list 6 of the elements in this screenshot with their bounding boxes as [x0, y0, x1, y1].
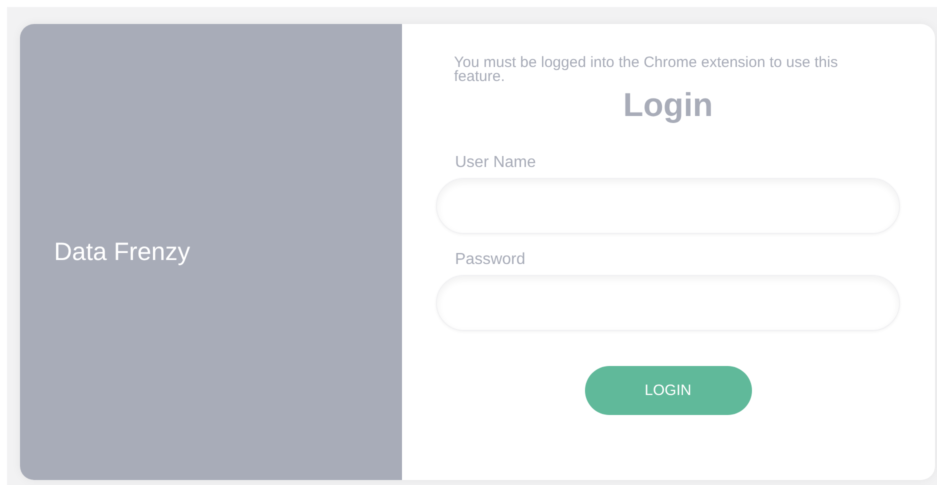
login-title: Login — [622, 86, 714, 124]
login-notice: You must be logged into the Chrome extension to use this feature. — [454, 56, 839, 84]
field-label: User Name — [455, 154, 537, 172]
brand-name: Data Frenzy — [54, 238, 190, 266]
field-label: Password — [455, 251, 526, 269]
login-button[interactable]: LOGIN — [584, 366, 752, 415]
